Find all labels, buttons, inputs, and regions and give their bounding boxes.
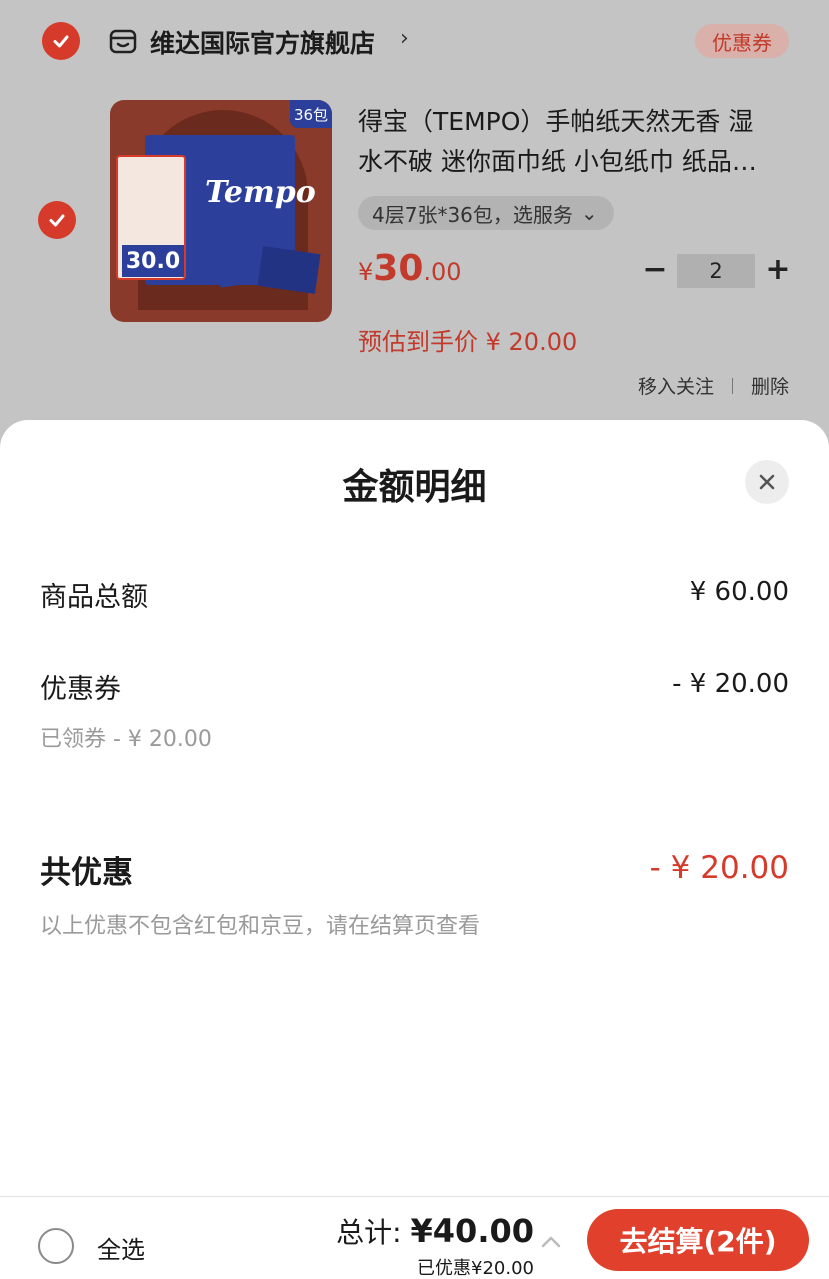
- quantity-plus-button[interactable]: +: [763, 250, 793, 288]
- store-arrow-icon[interactable]: ›: [400, 26, 409, 51]
- product-title-line: 水不破 迷你面巾纸 小包纸巾 纸品…: [358, 147, 757, 176]
- close-icon: [759, 474, 775, 490]
- total-discount-value: - ¥ 20.00: [649, 850, 789, 886]
- product-price: ¥30.00: [358, 248, 462, 289]
- product-checkbox[interactable]: [38, 201, 76, 239]
- discount-note: 以上优惠不包含红包和京豆，请在结算页查看: [40, 914, 481, 939]
- cart-background: 维达国际官方旗舰店 › 优惠券 Tempo 36包 30.0 得宝（TEMPO）…: [0, 0, 829, 450]
- price-integer: 30: [373, 248, 424, 289]
- estimated-price: 预估到手价 ¥ 20.00: [358, 328, 578, 356]
- chevron-up-icon[interactable]: [540, 1234, 562, 1250]
- coupon-label: 优惠券: [40, 674, 121, 705]
- coupon-tag[interactable]: 优惠券: [695, 24, 789, 58]
- image-mini-pack: [257, 246, 321, 294]
- check-icon: [49, 214, 65, 227]
- sum-label: 总计:: [336, 1216, 411, 1249]
- delete-link[interactable]: 删除: [751, 372, 789, 399]
- store-name[interactable]: 维达国际官方旗舰店: [150, 24, 375, 60]
- spec-text: 4层7张*36包，选服务: [372, 202, 573, 227]
- move-to-follow-link[interactable]: 移入关注: [638, 372, 714, 399]
- total-discount-label: 共优惠: [40, 855, 133, 891]
- image-mini-pack: [215, 247, 261, 288]
- product-image[interactable]: Tempo 36包 30.0: [110, 100, 332, 322]
- quantity-input[interactable]: 2: [677, 254, 755, 288]
- divider: [731, 377, 733, 394]
- spec-selector[interactable]: 4层7张*36包，选服务 ⌄: [358, 196, 614, 230]
- coupon-value: - ¥ 20.00: [672, 669, 789, 699]
- coupon-sub-label: 已领券 - ¥ 20.00: [40, 727, 212, 752]
- price-decimal: .00: [423, 258, 462, 286]
- goods-total-value: ¥ 60.00: [689, 577, 789, 607]
- sheet-title: 金额明细: [342, 467, 487, 508]
- sum-total: 总计: ¥40.00: [336, 1211, 534, 1251]
- amount-detail-sheet: 金额明细 商品总额 ¥ 60.00 优惠券 - ¥ 20.00 已领券 - ¥ …: [0, 420, 829, 1196]
- close-button[interactable]: [745, 460, 789, 504]
- checkout-bar: 全选 总计: ¥40.00 已优惠¥20.00 去结算(2件): [0, 1196, 829, 1279]
- sum-amount: ¥40.00: [410, 1212, 534, 1250]
- store-icon: [109, 29, 137, 54]
- store-checkbox[interactable]: [42, 22, 80, 60]
- checkout-button[interactable]: 去结算(2件): [587, 1209, 809, 1271]
- product-title-line: 得宝（TEMPO）手帕纸天然无香 湿: [358, 107, 754, 136]
- saved-amount: 已优惠¥20.00: [417, 1258, 534, 1279]
- price-currency: ¥: [358, 258, 374, 286]
- image-count-tag: 36包: [290, 100, 332, 128]
- check-icon: [53, 35, 69, 48]
- quantity-minus-button[interactable]: −: [640, 250, 670, 288]
- item-actions: 移入关注 删除: [638, 372, 789, 399]
- chevron-down-icon: ⌄: [580, 201, 598, 225]
- goods-total-label: 商品总额: [40, 582, 148, 613]
- image-promo-price: 30.0: [122, 245, 184, 277]
- select-all-label[interactable]: 全选: [97, 1230, 145, 1265]
- image-brand: Tempo: [205, 175, 316, 210]
- select-all-radio[interactable]: [38, 1228, 74, 1264]
- product-title[interactable]: 得宝（TEMPO）手帕纸天然无香 湿 水不破 迷你面巾纸 小包纸巾 纸品…: [358, 102, 788, 182]
